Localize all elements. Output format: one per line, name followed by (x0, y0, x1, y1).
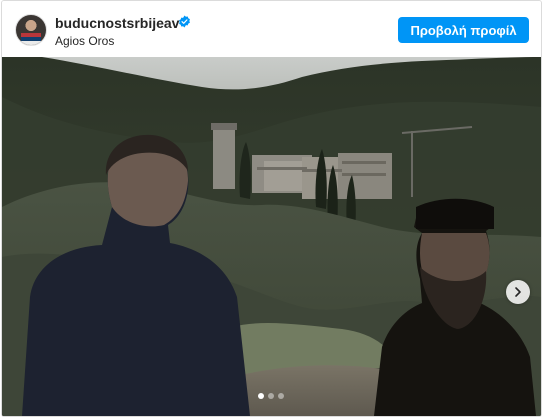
carousel-indicator (258, 393, 284, 399)
carousel-dot (258, 393, 264, 399)
verified-badge-icon (179, 15, 190, 28)
chevron-right-icon (515, 287, 521, 297)
post-header: buducnostsrbijeav Agios Oros Προβολή προ… (2, 1, 541, 57)
profile-avatar[interactable] (15, 14, 47, 46)
post-photo[interactable] (2, 57, 541, 416)
carousel-dot (278, 393, 284, 399)
view-profile-button[interactable]: Προβολή προφίλ (398, 17, 529, 43)
username-link[interactable]: buducnostsrbijeav (55, 15, 179, 31)
location-link[interactable]: Agios Oros (55, 34, 114, 48)
carousel-dot (268, 393, 274, 399)
instagram-embed: buducnostsrbijeav Agios Oros Προβολή προ… (1, 0, 542, 417)
avatar-flag (21, 33, 41, 45)
photo-scene (2, 57, 541, 416)
carousel-next-button[interactable] (506, 280, 530, 304)
